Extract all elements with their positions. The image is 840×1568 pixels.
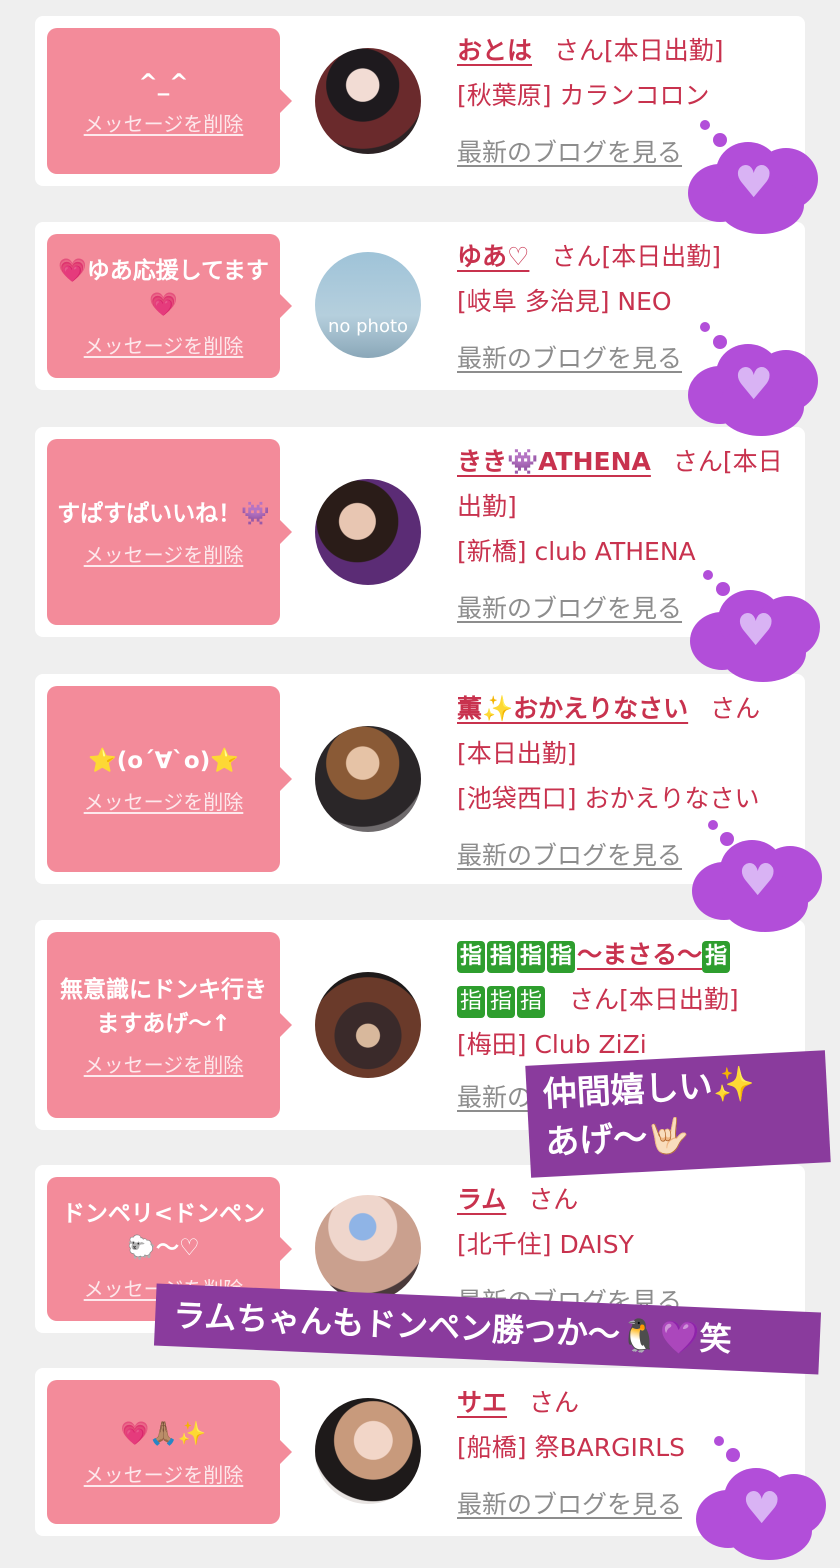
shop-text: [池袋西口] おかえりなさい — [457, 784, 760, 813]
heart-icon: ♥ — [738, 855, 778, 906]
message-text: 💗🙏🏽✨ — [120, 1420, 207, 1447]
latest-blog-link[interactable]: 最新のブログを見る — [457, 130, 682, 175]
delete-message-link[interactable]: メッセージを削除 — [84, 1459, 244, 1488]
no-photo-text: no photo — [327, 316, 409, 337]
message-bubble: 💗ゆあ応援してます💗 メッセージを削除 — [47, 234, 292, 378]
finger-emoji-icon: 指 — [517, 986, 546, 1018]
purple-heart-cloud-icon: ♥ — [688, 338, 828, 438]
message-text: 無意識にドンキ行きますあげ〜↑ — [60, 976, 267, 1037]
heart-icon: ♥ — [734, 157, 774, 208]
avatar[interactable] — [315, 1398, 421, 1504]
san-label: さん — [551, 242, 602, 271]
message-bubble: ⭐(o´∀`o)⭐ メッセージを削除 — [47, 686, 292, 872]
cloud-dot — [703, 570, 713, 580]
san-label: さん — [554, 36, 605, 65]
cloud-dot — [726, 1448, 740, 1462]
avatar[interactable] — [315, 1195, 421, 1301]
finger-emoji-icon: 指 — [547, 941, 576, 973]
heart-icon: ♥ — [742, 1483, 782, 1534]
avatar[interactable] — [315, 479, 421, 585]
cast-name-link[interactable]: 薫✨おかえりなさい — [457, 694, 688, 723]
cast-name-link[interactable]: おとは — [457, 36, 532, 65]
cast-name-link[interactable]: ラム — [457, 1185, 506, 1214]
finger-emoji-icon: 指 — [487, 986, 516, 1018]
avatar[interactable] — [315, 726, 421, 832]
message-bubble: ^_^ メッセージを削除 — [47, 28, 292, 174]
message-bubble: 無意識にドンキ行きますあげ〜↑ メッセージを削除 — [47, 932, 292, 1118]
card-7: 💗🙏🏽✨ メッセージを削除 サエ さん [船橋] 祭BARGIRLS 最新のブログ… — [35, 1368, 805, 1536]
purple-heart-cloud-icon: ♥ — [690, 584, 830, 684]
finger-emoji-icon: 指 — [457, 986, 486, 1018]
san-label: さん — [569, 985, 620, 1014]
shop-text: [新橋] club ATHENA — [457, 537, 696, 566]
cloud-dot — [700, 322, 710, 332]
san-label: さん — [528, 1185, 579, 1214]
delete-message-link[interactable]: メッセージを削除 — [84, 108, 244, 137]
san-label: さん — [672, 447, 723, 476]
status-text: [本日出勤] — [601, 242, 721, 271]
card-4: ⭐(o´∀`o)⭐ メッセージを削除 薫✨おかえりなさい さん [本日出勤] [池袋… — [35, 674, 805, 884]
heart-icon: ♥ — [734, 359, 774, 410]
message-bubble: 💗🙏🏽✨ メッセージを削除 — [47, 1380, 292, 1524]
avatar[interactable] — [315, 48, 421, 154]
shop-text: [北千住] DAISY — [457, 1230, 634, 1259]
purple-heart-cloud-icon: ♥ — [688, 136, 828, 236]
san-label: さん — [710, 694, 761, 723]
avatar[interactable]: no photo — [315, 252, 421, 358]
cloud-dot — [700, 120, 710, 130]
delete-message-link[interactable]: メッセージを削除 — [84, 1049, 244, 1078]
status-text: [本日出勤] — [604, 36, 724, 65]
purple-heart-cloud-icon: ♥ — [696, 1462, 836, 1562]
finger-emoji-icon: 指 — [487, 941, 516, 973]
message-text: 💗ゆあ応援してます💗 — [58, 257, 269, 318]
shop-text: [岐阜 多治見] NEO — [457, 287, 672, 316]
message-text: ドンペリ<ドンペン🐑〜♡ — [61, 1200, 266, 1261]
cast-name-link[interactable]: ゆあ♡ — [457, 242, 529, 271]
caption-banner-1: 仲間嬉しい✨ あげ〜🤟🏻 — [525, 1050, 831, 1178]
finger-emoji-icon: 指 — [457, 941, 486, 973]
delete-message-link[interactable]: メッセージを削除 — [84, 539, 244, 568]
status-text: [本日出勤] — [619, 985, 739, 1014]
status-text: [本日出勤] — [457, 739, 577, 768]
delete-message-link[interactable]: メッセージを削除 — [84, 786, 244, 815]
message-text: ^_^ — [138, 69, 189, 96]
latest-blog-link[interactable]: 最新のブログを見る — [457, 833, 682, 878]
san-label: さん — [529, 1388, 580, 1417]
latest-blog-link[interactable]: 最新のブログを見る — [457, 1482, 682, 1527]
cast-name-link[interactable]: 指指指指〜まさる〜指 — [457, 940, 732, 973]
message-text: すぱすぱいいね！👾 — [57, 500, 270, 527]
cast-name-text: 〜まさる〜 — [577, 940, 703, 969]
avatar[interactable] — [315, 972, 421, 1078]
latest-blog-link[interactable]: 最新のブログを見る — [457, 336, 682, 381]
finger-emoji-icon: 指 — [702, 941, 731, 973]
shop-text: [秋葉原] カランコロン — [457, 81, 710, 110]
purple-heart-cloud-icon: ♥ — [692, 834, 832, 934]
heart-icon: ♥ — [736, 605, 776, 656]
delete-message-link[interactable]: メッセージを削除 — [84, 330, 244, 359]
cloud-dot — [714, 1436, 724, 1446]
latest-blog-link[interactable]: 最新のブログを見る — [457, 586, 682, 631]
message-text: ⭐(o´∀`o)⭐ — [88, 747, 239, 774]
cast-name-link[interactable]: きき👾ATHENA — [457, 447, 651, 476]
cloud-dot — [708, 820, 718, 830]
message-bubble: すぱすぱいいね！👾 メッセージを削除 — [47, 439, 292, 625]
cast-name-link[interactable]: サエ — [457, 1388, 507, 1417]
finger-emoji-icon: 指 — [517, 941, 546, 973]
